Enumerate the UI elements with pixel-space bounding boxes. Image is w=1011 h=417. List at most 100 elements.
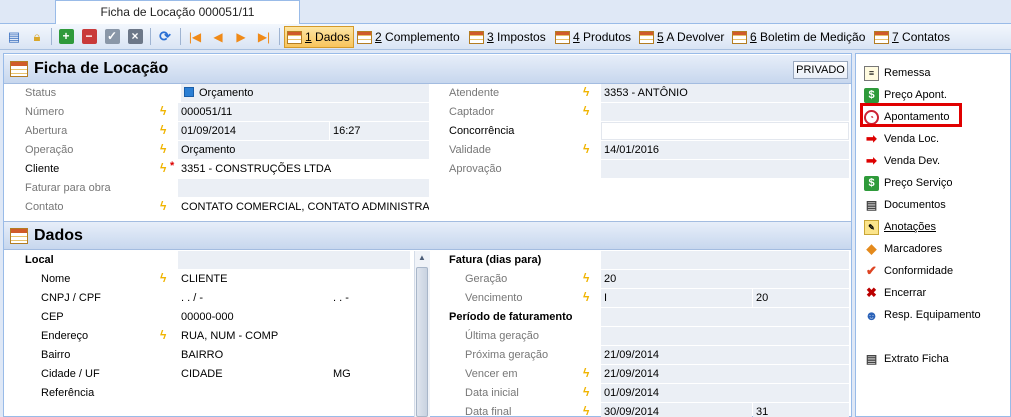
main-panel: Ficha de Locação PRIVADO Status Orçament… (3, 53, 852, 417)
abertura-label: Abertura (25, 125, 68, 137)
lightning-icon: ϟ (583, 104, 590, 118)
sidebar-item-conformidade[interactable]: ✔ Conformidade (864, 261, 953, 281)
aprovacao-field[interactable] (601, 160, 849, 178)
cidade-field[interactable]: CIDADE (178, 365, 329, 383)
sidebar-item-anotacoes[interactable]: ✎ Anotações (864, 217, 936, 237)
lightning-icon: ϟ (160, 123, 167, 137)
status-field[interactable]: Orçamento (181, 84, 429, 102)
proxima-geracao-field[interactable]: 21/09/2014 (601, 346, 849, 364)
sidebar-item-remessa[interactable]: ≡ Remessa (864, 63, 930, 83)
tab-boletim-de-medicao[interactable]: 6 Boletim de Medição (730, 26, 868, 48)
form-icon (469, 30, 484, 44)
contato-field[interactable]: CONTATO COMERCIAL, CONTATO ADMINISTRATIV (178, 198, 429, 216)
lightning-icon: ϟ (583, 142, 590, 156)
scrollbar-thumb[interactable] (416, 267, 428, 417)
first-record-icon[interactable]: |◀ (185, 27, 205, 46)
sidebar-item-venda-dev[interactable]: ➡ Venda Dev. (864, 151, 940, 171)
abertura-date-field[interactable]: 01/09/2014 (178, 122, 329, 140)
data-final-field[interactable]: 30/09/2014 (601, 403, 752, 417)
aprovacao-label: Aprovação (449, 163, 502, 175)
lightning-icon: ϟ (160, 328, 167, 342)
tab-a-devolver[interactable]: 5 A Devolver (637, 26, 727, 48)
endereco-field[interactable]: RUA, NUM - COMP (178, 327, 410, 345)
highlight-box (860, 103, 962, 127)
scroll-up-icon[interactable]: ▲ (418, 253, 426, 262)
data-final-days-field[interactable]: 31 (753, 403, 849, 417)
sidebar-item-resp-equipamento[interactable]: ☻ Resp. Equipamento (864, 305, 981, 325)
bairro-field[interactable]: BAIRRO (178, 346, 410, 364)
validade-field[interactable]: 14/01/2016 (601, 141, 849, 159)
tab-impostos[interactable]: 3 Impostos (467, 26, 549, 48)
tab-complemento[interactable]: 2 Complemento (355, 26, 463, 48)
cancel-icon[interactable]: × (125, 27, 145, 46)
arrow-doc-icon: ➡ (866, 131, 877, 146)
cnpj-field[interactable]: . . / - (178, 289, 329, 307)
operacao-label: Operação (25, 144, 74, 156)
nome-field[interactable]: CLIENTE (178, 270, 410, 288)
periodo-field (601, 308, 849, 326)
remove-icon[interactable]: − (79, 27, 99, 46)
validade-label: Validade (449, 144, 491, 156)
document-icon: ≡ (864, 65, 879, 81)
captador-field[interactable] (601, 103, 849, 121)
lightning-icon: ϟ (583, 271, 590, 285)
confirm-icon[interactable]: ✓ (102, 27, 122, 46)
status-color-icon (184, 87, 194, 97)
cnpj-label: CNPJ / CPF (41, 292, 101, 304)
fatura-label: Fatura (dias para) (449, 254, 542, 266)
sidebar-item-preco-apont[interactable]: $ Preço Apont. (864, 85, 947, 105)
section-header-dados: Dados (4, 221, 851, 250)
sidebar-item-preco-servico[interactable]: $ Preço Serviço (864, 173, 952, 193)
ultima-geracao-label: Última geração (465, 330, 539, 342)
sidebar-item-encerrar[interactable]: ✖ Encerrar (864, 283, 926, 303)
numero-field[interactable]: 000051/11 (178, 103, 429, 121)
previous-record-icon[interactable]: ◀ (208, 27, 228, 46)
abertura-time-field[interactable]: 16:27 (330, 122, 429, 140)
lightning-icon: ϟ (160, 161, 167, 175)
atendente-field[interactable]: 3353 - ANTÔNIO (601, 84, 849, 102)
document-tab[interactable]: Ficha de Locação 000051/11 (55, 0, 300, 24)
geracao-field[interactable]: 20 (601, 270, 849, 288)
close-icon: ✖ (866, 285, 877, 300)
section-title: Ficha de Locação (34, 60, 169, 77)
sidebar-item-extrato-ficha[interactable]: ▤ Extrato Ficha (864, 349, 949, 369)
operacao-field[interactable]: Orçamento (178, 141, 429, 159)
privado-button[interactable]: PRIVADO (793, 61, 848, 79)
ultima-geracao-field[interactable] (601, 327, 849, 345)
sidebar-item-venda-loc[interactable]: ➡ Venda Loc. (864, 129, 939, 149)
local-label: Local (25, 254, 54, 266)
sidebar-item-marcadores[interactable]: ◆ Marcadores (864, 239, 943, 259)
cep-field[interactable]: 00000-000 (178, 308, 410, 326)
lightning-icon: ϟ (160, 142, 167, 156)
cpf-field[interactable]: . . - (330, 289, 410, 307)
referencia-field[interactable] (178, 384, 410, 416)
data-inicial-field[interactable]: 01/09/2014 (601, 384, 849, 402)
lightning-icon: ϟ (583, 385, 590, 399)
lightning-icon: ϟ (583, 366, 590, 380)
lock-icon[interactable]: 🔒︎ (27, 27, 47, 46)
add-icon[interactable]: + (56, 27, 76, 46)
form-icon (287, 30, 302, 44)
faturar-field[interactable] (178, 179, 429, 197)
concorrencia-field[interactable] (601, 122, 849, 140)
vencer-em-field[interactable]: 21/09/2014 (601, 365, 849, 383)
geracao-label: Geração (465, 273, 508, 285)
refresh-icon[interactable]: ⟳ (155, 27, 175, 46)
form-icon (732, 30, 747, 44)
vencimento-days-field[interactable]: 20 (753, 289, 849, 307)
uf-field[interactable]: MG (330, 365, 410, 383)
cliente-field[interactable]: 3351 - CONSTRUÇÕES LTDA (178, 160, 429, 178)
form-icon (639, 30, 654, 44)
last-record-icon[interactable]: ▶| (254, 27, 274, 46)
vencimento-field[interactable]: I (601, 289, 752, 307)
cep-label: CEP (41, 311, 64, 323)
tab-produtos[interactable]: 4 Produtos (553, 26, 634, 48)
next-record-icon[interactable]: ▶ (231, 27, 251, 46)
toolbar-separator (51, 28, 52, 45)
new-document-icon[interactable]: ▤ (4, 27, 24, 46)
data-final-label: Data final (465, 406, 512, 417)
sidebar-item-documentos[interactable]: ▤ Documentos (864, 195, 946, 215)
cidade-label: Cidade / UF (41, 368, 100, 380)
tab-contatos[interactable]: 7 Contatos (872, 26, 953, 48)
tab-dados[interactable]: 1 Dados (284, 26, 354, 48)
